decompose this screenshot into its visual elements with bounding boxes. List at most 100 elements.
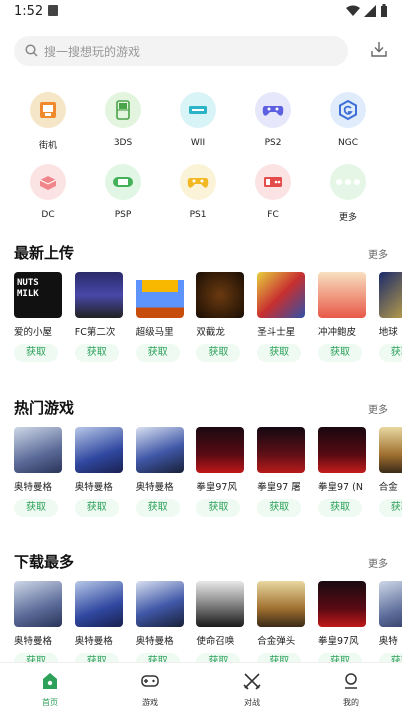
game-thumbnail[interactable] bbox=[196, 272, 245, 318]
game-name: 奥特 bbox=[378, 636, 398, 647]
get-button[interactable]: 获取 bbox=[378, 499, 402, 517]
game-thumbnail[interactable] bbox=[135, 427, 184, 473]
game-card[interactable]: 拳皇97 (N 获取 bbox=[318, 427, 366, 517]
game-thumbnail[interactable] bbox=[257, 581, 306, 627]
dc-icon bbox=[30, 164, 66, 200]
category-dc[interactable]: DC bbox=[18, 164, 78, 220]
tab-label: 游戏 bbox=[142, 698, 158, 707]
tab-profile[interactable]: 我的 bbox=[321, 671, 381, 708]
home-icon bbox=[40, 671, 60, 691]
game-thumbnail[interactable] bbox=[257, 427, 306, 473]
game-thumbnail[interactable] bbox=[74, 581, 123, 627]
category-label: FC bbox=[267, 210, 279, 220]
section-more-link[interactable]: 更多 bbox=[368, 555, 388, 570]
get-button[interactable]: 获取 bbox=[257, 499, 302, 517]
signal-icon bbox=[364, 4, 376, 17]
category-psp[interactable]: PSP bbox=[93, 164, 153, 220]
game-thumbnail[interactable] bbox=[378, 427, 402, 473]
game-card[interactable]: 超级马里 获取 bbox=[135, 272, 184, 362]
get-button[interactable]: 获取 bbox=[318, 344, 362, 362]
game-thumbnail[interactable] bbox=[318, 581, 366, 627]
game-thumbnail[interactable] bbox=[257, 272, 306, 318]
get-button[interactable]: 获取 bbox=[378, 344, 402, 362]
game-card[interactable]: 拳皇97 屠获取 bbox=[257, 427, 306, 517]
category-fc[interactable]: FC bbox=[243, 164, 303, 220]
game-card[interactable]: 合金弹头获取 bbox=[257, 581, 306, 671]
game-row: 奥特曼格获取奥特曼格获取奥特曼格获取使命召唤获取合金弹头获取拳皇97风获取奥特获… bbox=[14, 581, 402, 673]
game-card[interactable]: NUTS MILK 爱的小屋 获取 bbox=[14, 272, 62, 362]
game-name: 奥特曼格 bbox=[135, 636, 174, 647]
game-card[interactable]: 双截龙 获取 bbox=[196, 272, 245, 362]
game-thumbnail[interactable] bbox=[74, 272, 123, 318]
category-更多[interactable]: 更多 bbox=[318, 164, 378, 223]
game-name: 地球 bbox=[378, 327, 398, 338]
tab-swords[interactable]: 对战 bbox=[222, 671, 282, 708]
category-ngc[interactable]: NGC bbox=[318, 92, 378, 148]
game-card[interactable]: 拳皇97风获取 bbox=[318, 581, 366, 671]
status-time: 1:52 bbox=[14, 4, 44, 19]
game-row: NUTS MILK 爱的小屋 获取 FC第二次 获取 超级马里 获取 双截龙 获取 圣斗士星 获取 冲冲… bbox=[14, 272, 402, 372]
game-card[interactable]: 奥特曼格获取 bbox=[74, 581, 123, 671]
game-thumbnail[interactable] bbox=[14, 581, 62, 627]
category-wii[interactable]: WII bbox=[168, 92, 228, 148]
get-button[interactable]: 获取 bbox=[135, 499, 180, 517]
battery-icon bbox=[381, 4, 387, 17]
game-card[interactable]: 圣斗士星 获取 bbox=[257, 272, 306, 362]
section-more-link[interactable]: 更多 bbox=[368, 401, 388, 416]
game-thumbnail[interactable] bbox=[135, 272, 184, 318]
game-thumbnail[interactable]: NUTS MILK bbox=[14, 272, 62, 318]
category-ps1[interactable]: PS1 bbox=[168, 164, 228, 220]
section-title: 最新上传 bbox=[14, 244, 75, 262]
game-card[interactable]: FC第二次 获取 bbox=[74, 272, 123, 362]
category-街机[interactable]: 街机 bbox=[18, 92, 78, 151]
more-dots-icon bbox=[330, 164, 366, 200]
get-button[interactable]: 获取 bbox=[318, 499, 362, 517]
category-label: NGC bbox=[338, 138, 358, 148]
game-thumbnail[interactable] bbox=[318, 272, 366, 318]
section-more-link[interactable]: 更多 bbox=[368, 246, 388, 261]
game-card[interactable]: 拳皇97风获取 bbox=[196, 427, 245, 517]
game-card[interactable]: 奥特曼格获取 bbox=[135, 581, 184, 671]
game-thumbnail[interactable] bbox=[378, 272, 402, 318]
game-card[interactable]: 奥特曼格获取 bbox=[74, 427, 123, 517]
profile-icon bbox=[341, 671, 361, 691]
category-3ds[interactable]: 3DS bbox=[93, 92, 153, 148]
game-name: 奥特曼格 bbox=[74, 636, 113, 647]
search-placeholder: 搜一搜想玩的游戏 bbox=[44, 45, 141, 59]
download-icon[interactable] bbox=[370, 40, 388, 58]
game-card[interactable]: 冲冲鲍皮 获取 bbox=[318, 272, 366, 362]
wii-icon bbox=[180, 92, 216, 128]
get-button[interactable]: 获取 bbox=[135, 344, 180, 362]
category-label: PSP bbox=[114, 210, 132, 220]
get-button[interactable]: 获取 bbox=[257, 344, 302, 362]
game-card[interactable]: 合金获取 bbox=[378, 427, 402, 517]
game-thumbnail[interactable] bbox=[14, 427, 62, 473]
tab-home[interactable]: 首页 bbox=[20, 671, 80, 708]
game-card[interactable]: 奥特曼格获取 bbox=[14, 427, 62, 517]
psp-icon bbox=[105, 164, 141, 200]
game-thumbnail[interactable] bbox=[196, 427, 245, 473]
game-card[interactable]: 地球获取 bbox=[378, 272, 402, 362]
get-button[interactable]: 获取 bbox=[14, 344, 58, 362]
game-name: 合金弹头 bbox=[257, 636, 296, 647]
game-thumbnail[interactable] bbox=[378, 581, 402, 627]
game-card[interactable]: 奥特曼格获取 bbox=[135, 427, 184, 517]
search-input[interactable]: 搜一搜想玩的游戏 bbox=[14, 36, 348, 66]
get-button[interactable]: 获取 bbox=[196, 499, 241, 517]
game-thumbnail[interactable] bbox=[318, 427, 366, 473]
game-card[interactable]: 使命召唤获取 bbox=[196, 581, 245, 671]
3ds-icon bbox=[105, 92, 141, 128]
get-button[interactable]: 获取 bbox=[14, 499, 58, 517]
wifi-icon bbox=[346, 5, 360, 16]
category-ps2[interactable]: PS2 bbox=[243, 92, 303, 148]
game-name: 合金 bbox=[378, 482, 398, 493]
get-button[interactable]: 获取 bbox=[74, 344, 119, 362]
game-thumbnail[interactable] bbox=[196, 581, 245, 627]
game-thumbnail[interactable] bbox=[135, 581, 184, 627]
tab-gamepad[interactable]: 游戏 bbox=[120, 671, 180, 708]
game-card[interactable]: 奥特获取 bbox=[378, 581, 402, 671]
game-card[interactable]: 奥特曼格获取 bbox=[14, 581, 62, 671]
game-thumbnail[interactable] bbox=[74, 427, 123, 473]
get-button[interactable]: 获取 bbox=[74, 499, 119, 517]
get-button[interactable]: 获取 bbox=[196, 344, 241, 362]
